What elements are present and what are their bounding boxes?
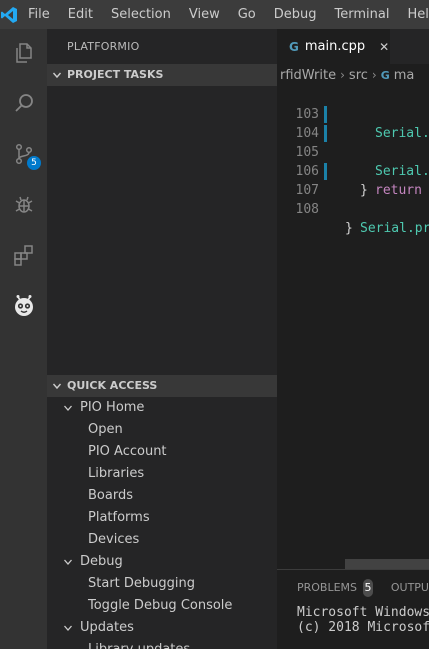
tree-group-debug[interactable]: Debug bbox=[47, 551, 277, 573]
breadcrumb: rfidWrite › src › G ma bbox=[277, 64, 429, 86]
problems-count-badge: 5 bbox=[363, 578, 373, 597]
chevron-down-icon bbox=[61, 623, 75, 633]
tree-item-pio-account[interactable]: PIO Account bbox=[47, 441, 277, 463]
code-line: 106 } bbox=[277, 143, 429, 198]
tree-item-open[interactable]: Open bbox=[47, 419, 277, 441]
horizontal-scrollbar[interactable] bbox=[345, 559, 429, 569]
tab-label: main.cpp bbox=[304, 39, 366, 54]
editor-area: G main.cpp ✕ rfidWrite › src › G ma 103 … bbox=[277, 29, 429, 649]
project-tasks-label: PROJECT TASKS bbox=[67, 68, 164, 81]
chevron-down-icon bbox=[61, 557, 75, 567]
code-text: } bbox=[345, 221, 353, 236]
menu-go[interactable]: Go bbox=[229, 0, 265, 29]
tree-item-platforms[interactable]: Platforms bbox=[47, 507, 277, 529]
tree-group-label: PIO Home bbox=[80, 400, 145, 415]
chevron-down-icon bbox=[47, 70, 67, 80]
tree-item-library-updates[interactable]: Library updates bbox=[47, 639, 277, 649]
breadcrumb-project[interactable]: rfidWrite bbox=[280, 68, 336, 83]
line-number: 108 bbox=[295, 202, 319, 217]
menu-debug[interactable]: Debug bbox=[265, 0, 326, 29]
menu-view[interactable]: View bbox=[180, 0, 229, 29]
terminal-line: Microsoft Windows bbox=[297, 605, 429, 620]
platformio-icon[interactable] bbox=[0, 281, 47, 329]
menu-terminal[interactable]: Terminal bbox=[326, 0, 399, 29]
code-line: 103 Serial. bbox=[277, 86, 429, 141]
debug-icon[interactable] bbox=[0, 181, 47, 229]
code-line: 105 return bbox=[277, 124, 429, 198]
tree-item-start-debugging[interactable]: Start Debugging bbox=[47, 573, 277, 595]
sidebar: PLATFORMIO PROJECT TASKS QUICK ACCESS PI… bbox=[47, 29, 277, 649]
title-bar: File Edit Selection View Go Debug Termin… bbox=[0, 0, 429, 29]
quick-access-tree: PIO Home Open PIO Account Libraries Boar… bbox=[47, 397, 277, 649]
tree-group-pio-home[interactable]: PIO Home bbox=[47, 397, 277, 419]
tab-output[interactable]: OUTPU bbox=[391, 581, 429, 594]
code-line: 104 Serial. bbox=[277, 105, 429, 179]
tree-group-updates[interactable]: Updates bbox=[47, 617, 277, 639]
chevron-right-icon: › bbox=[340, 68, 345, 82]
panel-tabs: PROBLEMS 5 OUTPU bbox=[277, 570, 429, 605]
terminal-line: (c) 2018 Microsof bbox=[297, 620, 429, 635]
cpp-file-icon: G bbox=[380, 68, 390, 82]
tree-group-label: Debug bbox=[80, 554, 123, 569]
breadcrumb-file[interactable]: ma bbox=[394, 68, 415, 83]
scm-badge: 5 bbox=[27, 156, 41, 170]
code-line: 108 } bbox=[277, 181, 429, 236]
menu-edit[interactable]: Edit bbox=[59, 0, 102, 29]
menu-selection[interactable]: Selection bbox=[102, 0, 180, 29]
vscode-logo-icon bbox=[0, 0, 18, 29]
activity-bar: 5 bbox=[0, 29, 47, 649]
code-line: 107 Serial.pr bbox=[277, 162, 429, 236]
cpp-file-icon: G bbox=[289, 39, 299, 54]
tree-item-devices[interactable]: Devices bbox=[47, 529, 277, 551]
quick-access-label: QUICK ACCESS bbox=[67, 379, 158, 392]
menu-help[interactable]: Help bbox=[398, 0, 429, 29]
tree-item-libraries[interactable]: Libraries bbox=[47, 463, 277, 485]
tree-item-toggle-debug-console[interactable]: Toggle Debug Console bbox=[47, 595, 277, 617]
bottom-panel: PROBLEMS 5 OUTPU Microsoft Windows (c) 2… bbox=[277, 569, 429, 649]
project-tasks-header[interactable]: PROJECT TASKS bbox=[47, 64, 277, 86]
modified-line-marker bbox=[324, 106, 327, 123]
tab-problems[interactable]: PROBLEMS bbox=[297, 581, 357, 594]
code-editor[interactable]: 103 Serial. 104 Serial. 105 return 106 }… bbox=[277, 86, 429, 236]
quick-access-header[interactable]: QUICK ACCESS bbox=[47, 375, 277, 397]
chevron-down-icon bbox=[61, 403, 75, 413]
explorer-icon[interactable] bbox=[0, 29, 47, 77]
modified-line-marker bbox=[324, 125, 327, 142]
close-icon[interactable]: ✕ bbox=[379, 40, 389, 54]
tree-group-label: Updates bbox=[80, 620, 134, 635]
sidebar-title: PLATFORMIO bbox=[67, 40, 140, 53]
source-control-icon[interactable]: 5 bbox=[0, 130, 47, 178]
modified-line-marker bbox=[324, 163, 327, 180]
chevron-right-icon: › bbox=[371, 68, 377, 82]
tree-item-boards[interactable]: Boards bbox=[47, 485, 277, 507]
search-icon[interactable] bbox=[0, 79, 47, 127]
code-text: Serial.pr bbox=[360, 221, 429, 236]
breadcrumb-folder[interactable]: src bbox=[349, 68, 368, 83]
chevron-down-icon bbox=[47, 381, 67, 391]
editor-tabs: G main.cpp ✕ bbox=[277, 29, 429, 64]
extensions-icon[interactable] bbox=[0, 231, 47, 279]
menu-file[interactable]: File bbox=[18, 0, 59, 29]
tab-main-cpp[interactable]: G main.cpp ✕ bbox=[277, 29, 390, 64]
